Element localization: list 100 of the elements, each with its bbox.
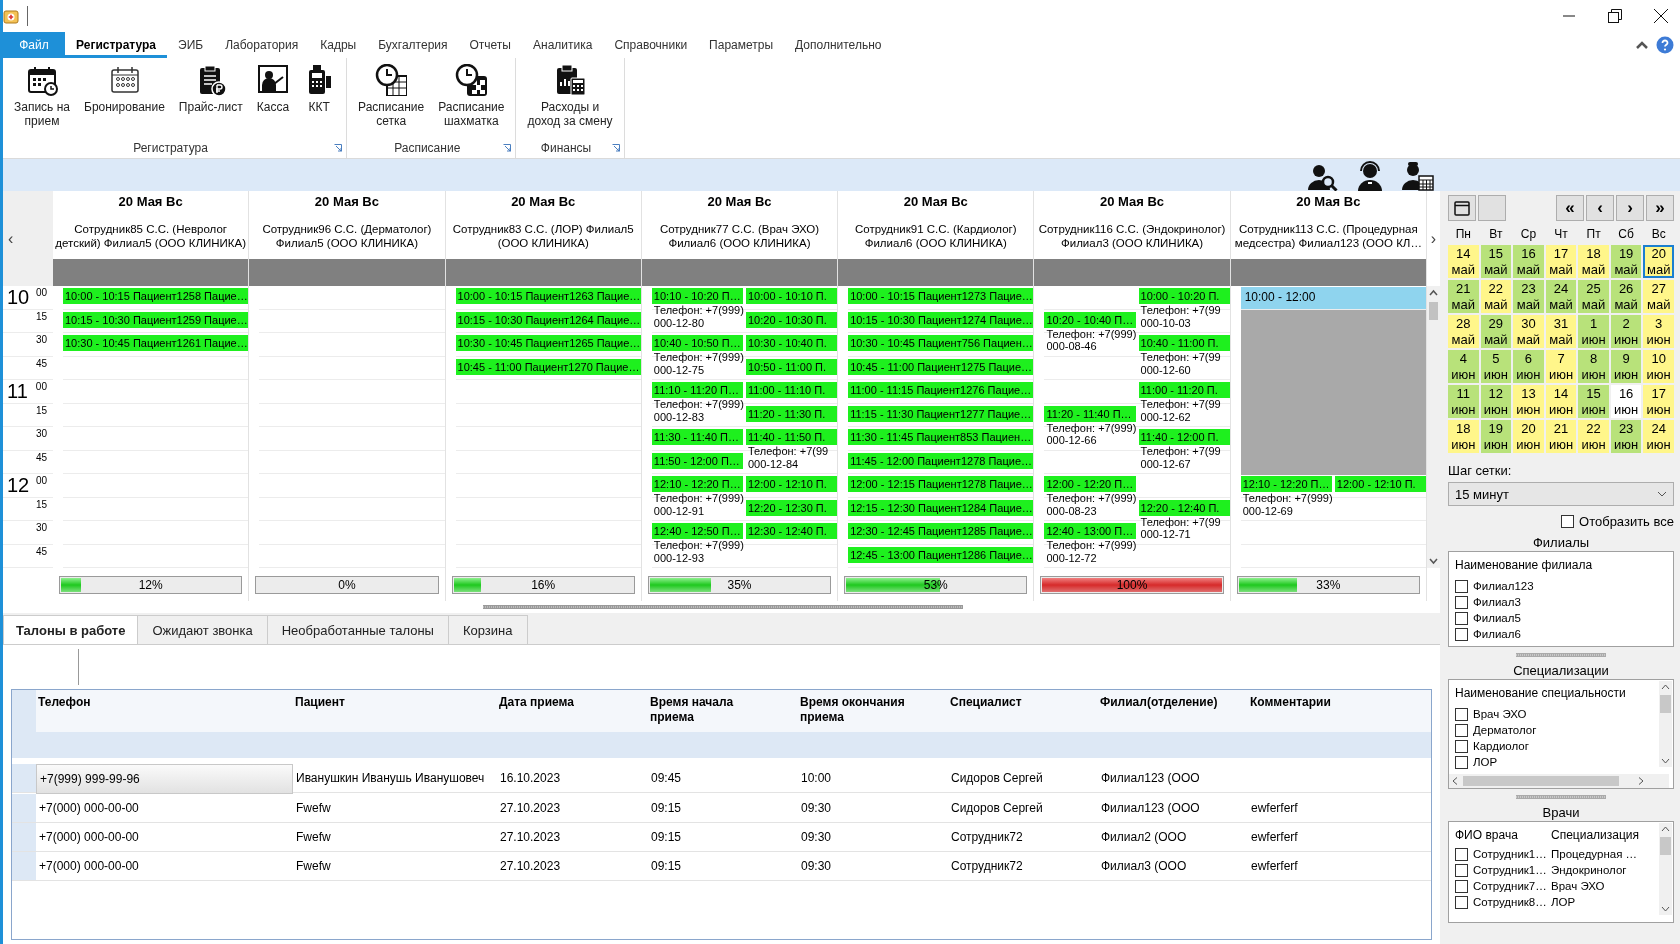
calendar-day[interactable]: 29 май [1480, 315, 1512, 348]
current-table-cell[interactable]: +7(999) 999-99-96 [36, 764, 293, 794]
calendar-day[interactable]: 16 май [1513, 245, 1544, 278]
calendar-day[interactable]: 15 июн [1578, 385, 1609, 418]
calendar-day[interactable]: 20 май [1643, 245, 1674, 278]
calendar-day[interactable]: 21 июн [1545, 420, 1577, 453]
appointment[interactable]: 11:45 - 12:00 Пациент1278 Пацие… [848, 452, 1034, 469]
calendar-day[interactable]: 11 июн [1448, 385, 1479, 418]
calendar-day[interactable]: 9 июн [1610, 350, 1642, 383]
appointment[interactable]: 12:30 - 12:45 Пациент1285 Пацие… [848, 523, 1034, 539]
calendar-day[interactable]: 18 май [1578, 245, 1609, 278]
checkbox[interactable] [1455, 739, 1468, 753]
calendar-day[interactable]: 24 июн [1643, 420, 1674, 453]
next-arrow[interactable]: › [1430, 229, 1437, 248]
menu-tab[interactable]: Справочники [603, 32, 699, 58]
appointment[interactable]: 11:40 - 12:00 П. [1138, 429, 1230, 445]
menu-tab[interactable]: Аналитика [522, 32, 604, 58]
splitter-handle[interactable] [1516, 795, 1606, 799]
calendar-day[interactable]: 17 июн [1643, 385, 1674, 418]
appointment[interactable]: 10:40 - 11:00 П. [1138, 335, 1230, 351]
appointment[interactable]: 10:15 - 10:30 Пациент1264 Пацие… [455, 311, 641, 328]
doctor-calendar-icon[interactable] [1402, 161, 1434, 191]
calendar-day[interactable]: 27 май [1643, 280, 1674, 313]
calendar-day[interactable]: 24 май [1545, 280, 1577, 313]
dialog-launcher-icon[interactable] [611, 144, 620, 152]
calendar-day[interactable]: 4 июн [1448, 350, 1479, 383]
calendar-nav-button[interactable]: « [1556, 195, 1584, 221]
appointment[interactable]: 12:00 - 12:10 П. [746, 476, 838, 492]
ribbon-button[interactable]: Бронирование [77, 62, 172, 116]
appointment[interactable]: 11:30 - 11:40 П… [651, 429, 743, 445]
calendar-day[interactable]: 16 июн [1610, 385, 1642, 418]
calendar-day[interactable]: 8 июн [1578, 350, 1609, 383]
calendar-nav-button[interactable]: ‹ [1586, 195, 1614, 221]
calendar-day[interactable]: 30 май [1513, 315, 1544, 348]
horizontal-scrollbar[interactable] [1449, 774, 1669, 788]
menu-tab[interactable]: Отчеты [458, 32, 522, 58]
appointment[interactable]: 12:40 - 13:00 П… [1044, 523, 1136, 539]
checkbox[interactable] [1455, 723, 1468, 737]
appointment[interactable]: 11:00 - 11:20 П. [1138, 382, 1230, 398]
calendar-day[interactable]: 19 май [1610, 245, 1642, 278]
appointment[interactable]: 11:30 - 11:45 Пациент853 Пациен… [848, 429, 1034, 445]
tab[interactable]: Талоны в работе [3, 615, 139, 644]
ribbon-button[interactable]: Запись на прием [7, 62, 77, 130]
ribbon-button[interactable]: ККТ [296, 62, 343, 116]
help-icon[interactable] [1656, 36, 1674, 54]
calendar-nav-button[interactable]: › [1616, 195, 1644, 221]
person-search-icon[interactable] [1308, 163, 1338, 191]
appointment[interactable]: 11:50 - 12:00 П… [651, 452, 743, 469]
collapse-ribbon-icon[interactable] [1636, 40, 1648, 50]
appointment[interactable]: 12:40 - 12:50 П… [651, 523, 743, 539]
dialog-launcher-icon[interactable] [503, 144, 512, 152]
calendar-nav-button[interactable]: » [1646, 195, 1674, 221]
appointment[interactable]: 12:10 - 12:20 П… [1240, 476, 1332, 492]
calendar-day[interactable]: 31 май [1545, 315, 1577, 348]
checkbox[interactable] [1455, 879, 1468, 893]
appointment[interactable]: 12:45 - 13:00 Пациент1286 Пацие… [848, 546, 1034, 563]
checkbox[interactable] [1561, 515, 1575, 528]
appointment[interactable]: 10:45 - 11:00 Пациент1275 Пацие… [848, 358, 1034, 375]
ribbon-button[interactable]: Прайс-лист [171, 62, 250, 116]
checkbox[interactable] [1455, 707, 1468, 721]
appointment[interactable]: 10:45 - 11:00 Пациент1270 Пацие… [455, 358, 641, 375]
calendar-day[interactable]: 23 май [1513, 280, 1544, 313]
menu-tab[interactable]: Лаборатория [214, 32, 310, 58]
calendar-day[interactable]: 1 июн [1578, 315, 1609, 348]
dialog-launcher-icon[interactable] [334, 144, 343, 152]
calendar-day[interactable]: 18 июн [1448, 420, 1479, 453]
table-cell[interactable]: +7(000) 000-00-00 [36, 823, 293, 852]
appointment[interactable]: 12:15 - 12:30 Пациент1284 Пацие… [848, 499, 1034, 516]
restore-icon[interactable] [1608, 9, 1622, 23]
appointment[interactable]: 11:00 - 11:15 Пациент1276 Пацие… [848, 382, 1034, 398]
appointment[interactable]: 12:00 - 12:20 П… [1044, 476, 1136, 492]
calendar-day[interactable]: 14 июн [1545, 385, 1577, 418]
calendar-day[interactable]: 12 июн [1480, 385, 1512, 418]
calendar-day[interactable]: 26 май [1610, 280, 1642, 313]
table-cell[interactable]: +7(000) 000-00-00 [36, 852, 293, 881]
appointment[interactable]: 11:20 - 11:40 П… [1044, 405, 1136, 422]
checkbox[interactable] [1455, 895, 1468, 909]
appointment[interactable]: 12:10 - 12:20 П… [651, 476, 743, 492]
calendar-day[interactable]: 10 июн [1643, 350, 1674, 383]
calendar-day[interactable]: 7 июн [1545, 350, 1577, 383]
checkbox[interactable] [1455, 847, 1468, 861]
menu-tab[interactable]: ЭИБ [167, 32, 215, 58]
calendar-day[interactable]: 3 июн [1643, 315, 1674, 348]
calendar-icon[interactable] [1454, 200, 1470, 216]
checkbox[interactable] [1455, 755, 1468, 769]
ribbon-button[interactable]: Расходы и доход за смену [520, 62, 620, 130]
calendar-day[interactable]: 2 июн [1610, 315, 1642, 348]
appointment[interactable]: 11:00 - 11:10 П. [746, 382, 838, 398]
checkbox[interactable] [1455, 595, 1468, 609]
checkbox[interactable] [1455, 579, 1468, 593]
appointment[interactable]: 10:30 - 10:45 Пациент1261 Пацие… [63, 335, 249, 351]
close-icon[interactable] [1654, 9, 1668, 23]
calendar-day[interactable]: 22 июн [1578, 420, 1609, 453]
calendar-day[interactable]: 21 май [1448, 280, 1479, 313]
appointment[interactable]: 10:00 - 10:15 Пациент1263 Пацие… [455, 288, 641, 304]
appointment[interactable]: 10:30 - 10:45 Пациент756 Пациен… [848, 335, 1034, 351]
splitter-handle[interactable] [1516, 653, 1606, 657]
menu-tab[interactable]: Параметры [698, 32, 785, 58]
table-cell[interactable]: +7(000) 000-00-00 [36, 794, 293, 823]
calendar-day[interactable]: 14 май [1448, 245, 1479, 278]
